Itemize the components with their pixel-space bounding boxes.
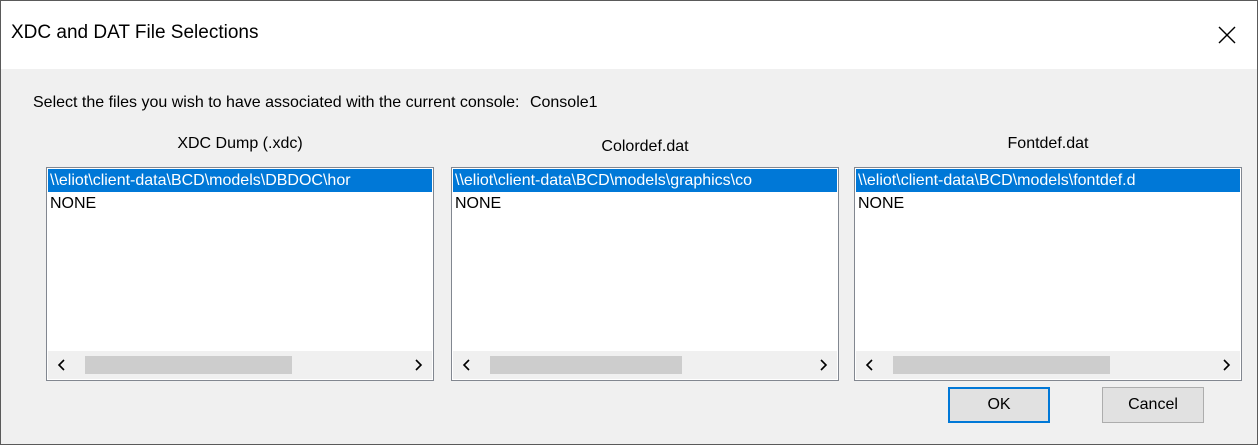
xdc-listbox[interactable]: \\eliot\client-data\BCD\models\DBDOC\hor… (46, 167, 434, 381)
chevron-left-icon (865, 359, 873, 371)
cancel-button[interactable]: Cancel (1102, 387, 1204, 423)
scroll-thumb[interactable] (490, 356, 682, 374)
scroll-left-button[interactable] (48, 351, 76, 379)
horizontal-scrollbar[interactable] (48, 351, 432, 379)
chevron-right-icon (820, 359, 828, 371)
console-name: Console1 (529, 94, 598, 111)
scroll-right-button[interactable] (1212, 351, 1240, 379)
fontdef-listbox[interactable]: \\eliot\client-data\BCD\models\fontdef.d… (854, 167, 1242, 381)
scroll-thumb[interactable] (85, 356, 292, 374)
title-bar: XDC and DAT File Selections (1, 1, 1257, 69)
chevron-right-icon (1223, 359, 1231, 371)
list-item[interactable]: NONE (453, 192, 837, 215)
list-item[interactable]: NONE (856, 192, 1240, 215)
scroll-left-button[interactable] (856, 351, 884, 379)
list-item-selected[interactable]: \\eliot\client-data\BCD\models\fontdef.d (856, 169, 1240, 192)
scroll-thumb[interactable] (893, 356, 1110, 374)
scroll-right-button[interactable] (809, 351, 837, 379)
dialog-window: XDC and DAT File Selections Select the f… (0, 0, 1258, 445)
colordef-listbox[interactable]: \\eliot\client-data\BCD\models\graphics\… (451, 167, 839, 381)
colordef-list-title: Colordef.dat (601, 138, 689, 155)
close-button[interactable] (1197, 1, 1257, 69)
list-item-selected[interactable]: \\eliot\client-data\BCD\models\DBDOC\hor (48, 169, 432, 192)
prompt-text: Select the files you wish to have associ… (33, 94, 520, 111)
xdc-list-title: XDC Dump (.xdc) (177, 135, 303, 152)
chevron-right-icon (415, 359, 423, 371)
list-item-selected[interactable]: \\eliot\client-data\BCD\models\graphics\… (453, 169, 837, 192)
horizontal-scrollbar[interactable] (856, 351, 1240, 379)
prompt-line: Select the files you wish to have associ… (33, 94, 598, 112)
scroll-right-button[interactable] (404, 351, 432, 379)
fontdef-list-title: Fontdef.dat (1007, 135, 1089, 152)
list-item[interactable]: NONE (48, 192, 432, 215)
chevron-left-icon (57, 359, 65, 371)
chevron-left-icon (462, 359, 470, 371)
horizontal-scrollbar[interactable] (453, 351, 837, 379)
close-icon (1218, 26, 1236, 44)
ok-button[interactable]: OK (948, 387, 1050, 423)
dialog-title: XDC and DAT File Selections (11, 22, 259, 43)
scroll-left-button[interactable] (453, 351, 481, 379)
